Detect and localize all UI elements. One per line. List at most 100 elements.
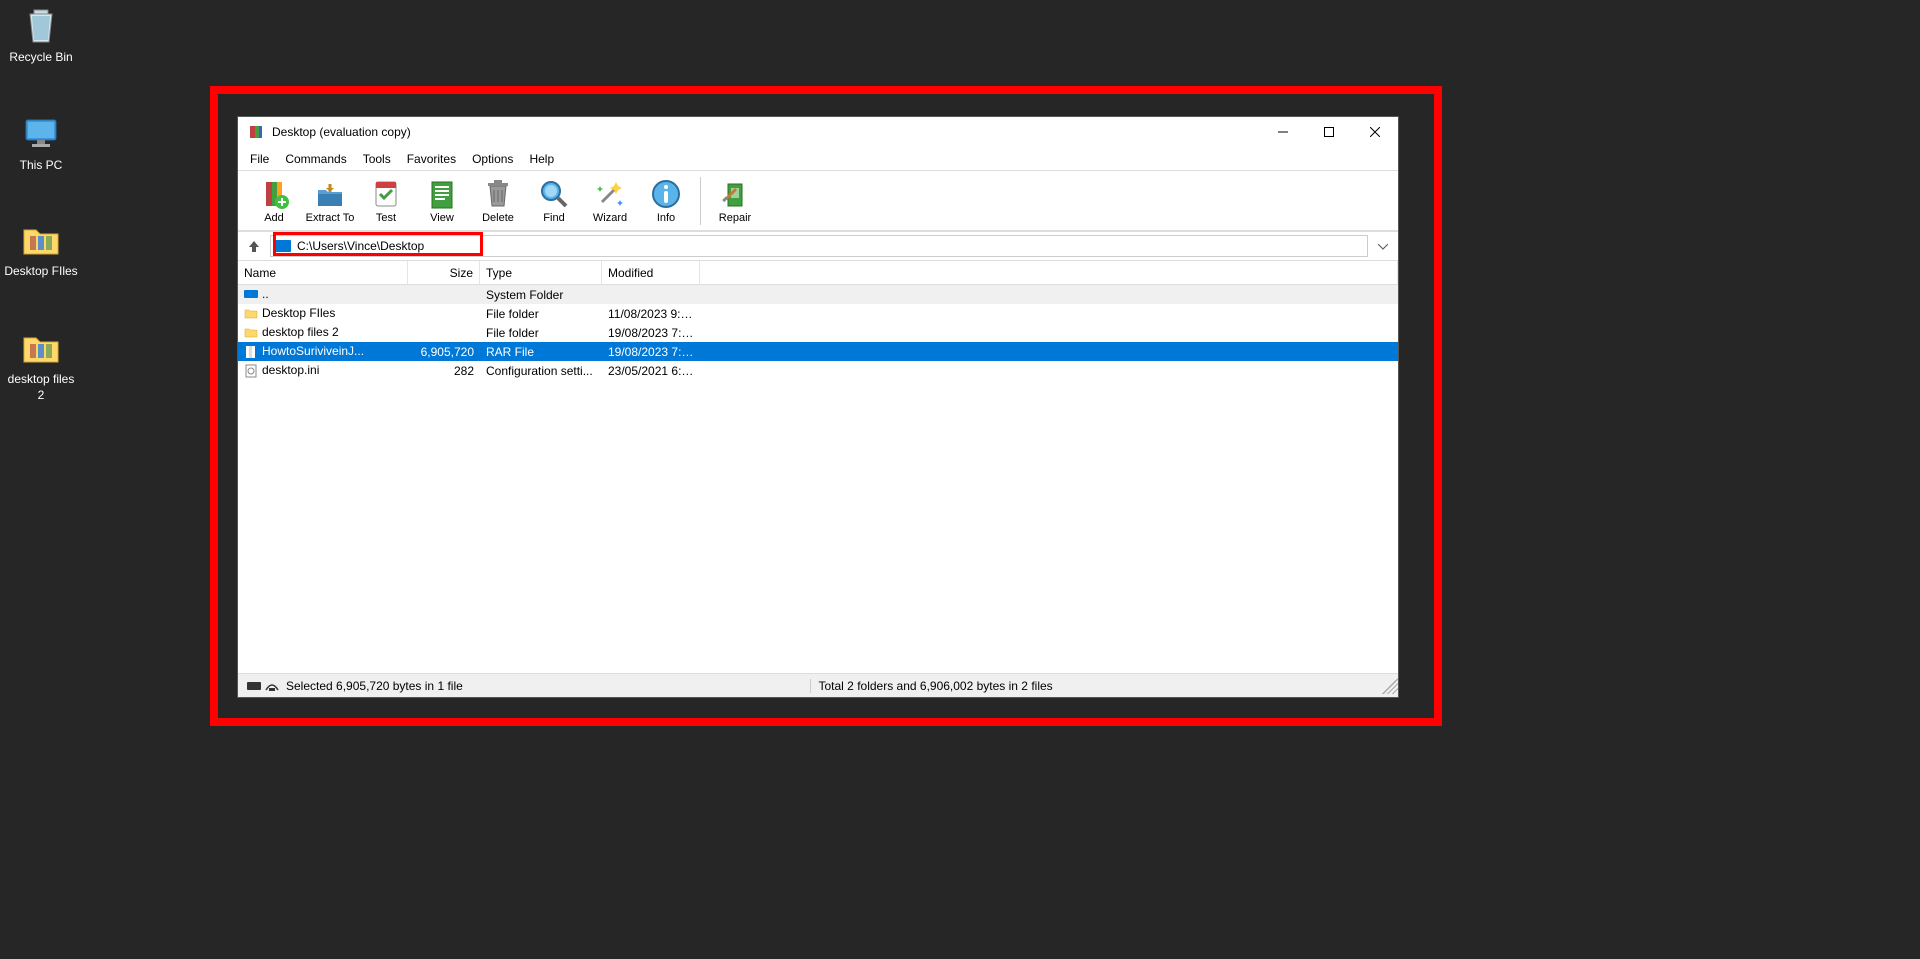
toolbar-label: Wizard (593, 212, 627, 224)
file-name: desktop files 2 (262, 325, 339, 339)
path-input[interactable]: C:\Users\Vince\Desktop (270, 235, 1368, 257)
toolbar-label: View (430, 212, 454, 224)
path-text: C:\Users\Vince\Desktop (297, 239, 424, 253)
menu-favorites[interactable]: Favorites (399, 150, 464, 168)
toolbar-label: Add (264, 212, 284, 224)
file-name: .. (262, 287, 269, 301)
toolbar-delete-button[interactable]: Delete (472, 173, 524, 229)
path-dropdown-button[interactable] (1372, 237, 1394, 255)
wizard-icon (594, 178, 626, 210)
folder-icon (244, 326, 258, 340)
file-type: RAR File (480, 345, 602, 359)
extract-icon (314, 178, 346, 210)
toolbar-label: Repair (719, 212, 751, 224)
column-header-size[interactable]: Size (408, 261, 480, 284)
delete-icon (482, 178, 514, 210)
file-modified: 19/08/2023 7:1... (602, 345, 700, 359)
drive-icon (244, 288, 258, 302)
menu-file[interactable]: File (242, 150, 277, 168)
minimize-button[interactable] (1260, 117, 1306, 147)
titlebar[interactable]: Desktop (evaluation copy) (238, 117, 1398, 147)
winrar-app-icon (248, 124, 264, 140)
this-pc-icon (20, 112, 62, 154)
toolbar-label: Delete (482, 212, 514, 224)
file-name: HowtoSuriviveinJ... (262, 344, 364, 358)
file-type: File folder (480, 326, 602, 340)
column-headers: Name Size Type Modified (238, 261, 1398, 285)
file-name: desktop.ini (262, 363, 319, 377)
ini-icon (244, 364, 258, 378)
folder-icon (244, 307, 258, 321)
file-type: File folder (480, 307, 602, 321)
info-icon (650, 178, 682, 210)
desktop-icon-label: Recycle Bin (9, 50, 72, 66)
toolbar-label: Info (657, 212, 675, 224)
drive-icon (275, 240, 291, 252)
column-header-blank[interactable] (700, 261, 1398, 284)
toolbar-extract-button[interactable]: Extract To (304, 173, 356, 229)
status-icons (246, 678, 280, 694)
column-header-type[interactable]: Type (480, 261, 602, 284)
menu-tools[interactable]: Tools (355, 150, 399, 168)
add-icon (258, 178, 290, 210)
file-row[interactable]: desktop.ini 282Configuration setti...23/0… (238, 361, 1398, 380)
toolbar-label: Find (543, 212, 564, 224)
file-modified: 19/08/2023 7:0... (602, 326, 700, 340)
desktop-icon-desktop-files[interactable]: Desktop FIles (3, 218, 79, 280)
desktop-icon-label: This PC (20, 158, 63, 174)
file-list[interactable]: ..System FolderDesktop FIlesFile folder1… (238, 285, 1398, 673)
view-icon (426, 178, 458, 210)
find-icon (538, 178, 570, 210)
maximize-icon (1324, 127, 1334, 137)
rar-icon (244, 345, 258, 359)
file-modified: 23/05/2021 6:1... (602, 364, 700, 378)
file-type: System Folder (480, 288, 602, 302)
status-left-text: Selected 6,905,720 bytes in 1 file (286, 679, 463, 693)
toolbar-test-button[interactable]: Test (360, 173, 412, 229)
toolbar-repair-button[interactable]: Repair (709, 173, 761, 229)
address-bar: C:\Users\Vince\Desktop (238, 231, 1398, 261)
toolbar: Add Extract To Test View Delete Find Wiz… (238, 171, 1398, 231)
toolbar-label: Extract To (306, 212, 355, 224)
file-type: Configuration setti... (480, 364, 602, 378)
column-header-name[interactable]: Name (238, 261, 408, 284)
menu-options[interactable]: Options (464, 150, 521, 168)
menubar: File Commands Tools Favorites Options He… (238, 147, 1398, 171)
desktop-icon-this-pc[interactable]: This PC (3, 112, 79, 174)
resize-grip[interactable] (1382, 678, 1398, 694)
file-row[interactable]: desktop files 2 File folder19/08/2023 7:0… (238, 323, 1398, 342)
file-row[interactable]: Desktop FIles File folder11/08/2023 9:5..… (238, 304, 1398, 323)
status-right-text: Total 2 folders and 6,906,002 bytes in 2… (819, 679, 1053, 693)
toolbar-view-button[interactable]: View (416, 173, 468, 229)
column-header-modified[interactable]: Modified (602, 261, 700, 284)
maximize-button[interactable] (1306, 117, 1352, 147)
test-icon (370, 178, 402, 210)
toolbar-separator (700, 177, 701, 225)
file-row[interactable]: HowtoSuriviveinJ... 6,905,720RAR File19/0… (238, 342, 1398, 361)
desktop-icon-label: Desktop FIles (4, 264, 77, 280)
toolbar-label: Test (376, 212, 396, 224)
close-button[interactable] (1352, 117, 1398, 147)
file-size: 6,905,720 (408, 345, 480, 359)
file-name: Desktop FIles (262, 306, 335, 320)
repair-icon (719, 178, 751, 210)
toolbar-find-button[interactable]: Find (528, 173, 580, 229)
toolbar-wizard-button[interactable]: Wizard (584, 173, 636, 229)
up-button[interactable] (242, 234, 266, 258)
file-modified: 11/08/2023 9:5... (602, 307, 700, 321)
menu-commands[interactable]: Commands (277, 150, 354, 168)
up-arrow-icon (247, 239, 261, 253)
winrar-window: Desktop (evaluation copy) File Commands … (237, 116, 1399, 698)
statusbar: Selected 6,905,720 bytes in 1 file Total… (238, 673, 1398, 697)
window-title: Desktop (evaluation copy) (272, 125, 1260, 139)
desktop-icon-desktop-files-2[interactable]: desktop files 2 (3, 326, 79, 403)
folder-icon (20, 326, 62, 368)
file-size: 282 (408, 364, 480, 378)
chevron-down-icon (1378, 244, 1388, 250)
toolbar-info-button[interactable]: Info (640, 173, 692, 229)
toolbar-add-button[interactable]: Add (248, 173, 300, 229)
minimize-icon (1278, 127, 1288, 137)
menu-help[interactable]: Help (521, 150, 562, 168)
desktop-icon-recycle-bin[interactable]: Recycle Bin (3, 4, 79, 66)
file-row[interactable]: .. System Folder (238, 285, 1398, 304)
